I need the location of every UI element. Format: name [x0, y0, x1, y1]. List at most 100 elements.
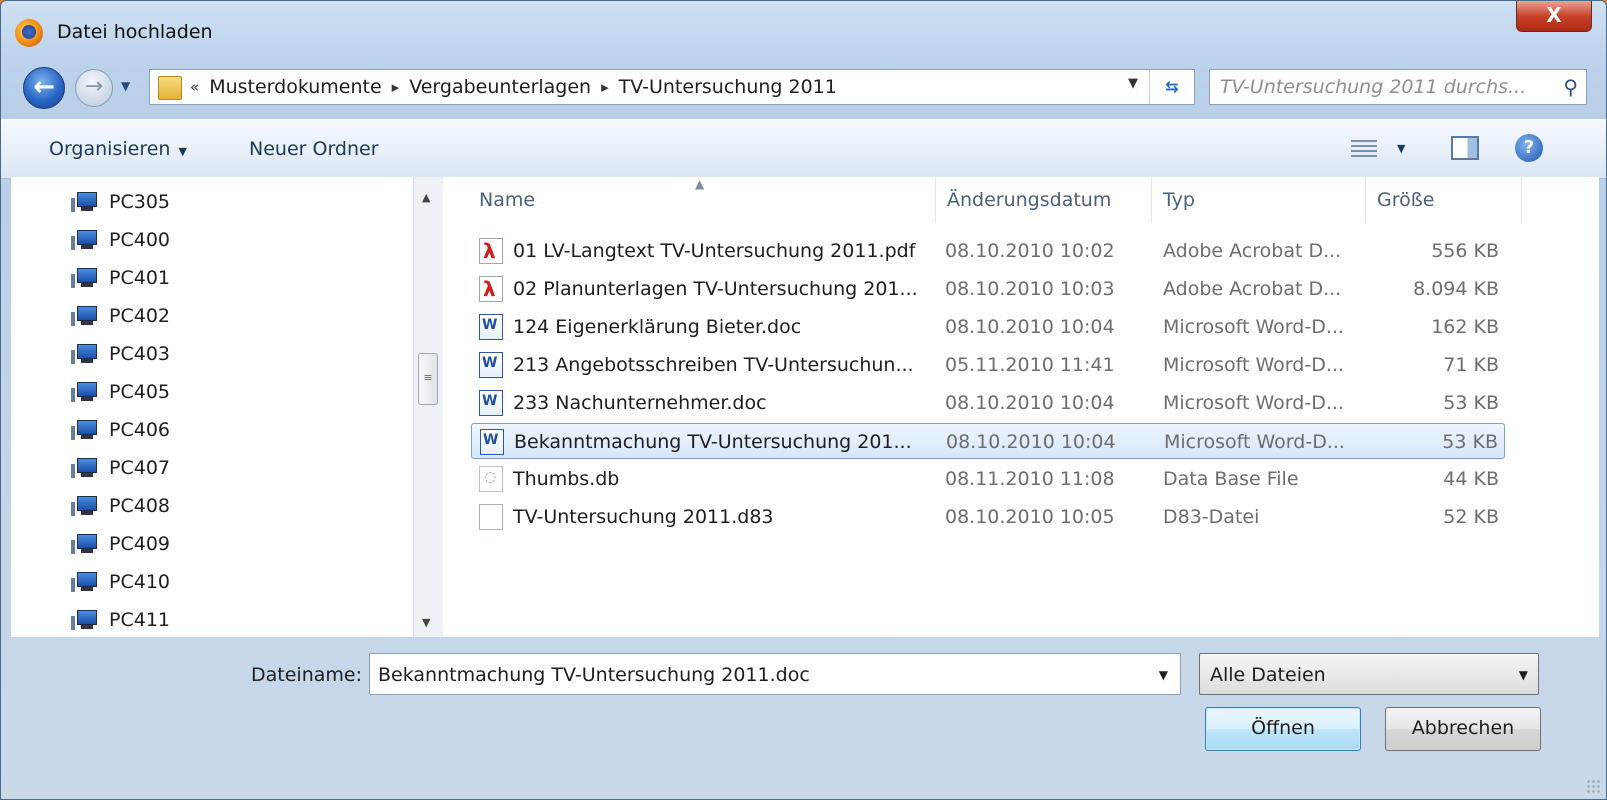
file-type: Adobe Acrobat D...	[1163, 278, 1342, 300]
file-row[interactable]: TV-Untersuchung 2011.d83 08.10.2010 10:05…	[471, 499, 1505, 535]
nav-item-label: PC403	[109, 343, 170, 365]
column-divider[interactable]	[935, 177, 936, 223]
word-doc-icon	[479, 352, 503, 378]
cancel-button[interactable]: Abbrechen	[1385, 707, 1541, 751]
scroll-up-icon[interactable]: ▲	[422, 191, 430, 204]
forward-button[interactable]: →	[75, 69, 113, 107]
breadcrumb-separator-icon[interactable]: ▸	[601, 78, 609, 96]
nav-item-computer[interactable]: PC407	[71, 449, 170, 487]
file-type: Microsoft Word-D...	[1163, 354, 1344, 376]
address-dropdown-icon[interactable]: ▼	[1128, 76, 1138, 91]
new-folder-button[interactable]: Neuer Ordner	[249, 138, 379, 160]
open-button[interactable]: Öffnen	[1205, 707, 1361, 751]
chevron-down-icon: ▼	[1518, 668, 1528, 682]
view-dropdown-icon[interactable]: ▼	[1397, 142, 1405, 155]
resize-grip-icon[interactable]	[1586, 779, 1600, 793]
column-divider[interactable]	[1365, 177, 1366, 223]
column-size[interactable]: Größe	[1377, 189, 1434, 211]
nav-item-computer[interactable]: PC408	[71, 487, 170, 525]
file-row[interactable]: Thumbs.db 08.11.2010 11:08 Data Base File 4…	[471, 461, 1505, 497]
sort-ascending-icon: ▲	[695, 177, 705, 191]
file-name: Thumbs.db	[513, 468, 620, 490]
computer-icon	[71, 268, 99, 288]
file-date: 08.10.2010 10:05	[945, 506, 1115, 528]
file-row[interactable]: 233 Nachunternehmer.doc 08.10.2010 10:04 M…	[471, 385, 1505, 421]
file-date: 08.10.2010 10:03	[945, 278, 1115, 300]
nav-item-computer[interactable]: PC410	[71, 563, 170, 601]
view-options-icon[interactable]	[1351, 140, 1377, 158]
nav-item-computer[interactable]: PC401	[71, 259, 170, 297]
file-upload-dialog: Datei hochladen X ← → ▼ « Musterdokument…	[0, 0, 1607, 800]
file-type: Microsoft Word-D...	[1164, 431, 1345, 453]
file-size: 71 KB	[1443, 354, 1499, 376]
scroll-down-icon[interactable]: ▼	[422, 616, 430, 629]
file-row[interactable]: 213 Angebotsschreiben TV-Untersuchun... 0…	[471, 347, 1505, 383]
file-size: 162 KB	[1431, 316, 1499, 338]
refresh-button[interactable]: ⇆	[1149, 70, 1194, 104]
forward-arrow-icon: →	[84, 74, 104, 99]
file-date: 05.11.2010 11:41	[945, 354, 1115, 376]
nav-item-label: PC406	[109, 419, 170, 441]
back-arrow-icon: ←	[33, 72, 55, 102]
filename-dropdown-icon[interactable]: ▼	[1159, 668, 1168, 682]
column-name[interactable]: Name	[479, 189, 535, 211]
file-row-selected[interactable]: Bekanntmachung TV-Untersuchung 201... 08.…	[471, 423, 1505, 459]
computer-icon	[71, 496, 99, 516]
column-divider[interactable]	[1151, 177, 1152, 223]
breadcrumb-separator-icon[interactable]: ▸	[392, 78, 400, 96]
file-date: 08.10.2010 10:04	[945, 316, 1115, 338]
nav-item-computer[interactable]: PC405	[71, 373, 170, 411]
nav-item-computer[interactable]: PC411	[71, 601, 170, 637]
organize-label: Organisieren	[49, 138, 171, 160]
file-type: Data Base File	[1163, 468, 1299, 490]
nav-scrollbar[interactable]: ▲ ≡ ▼	[413, 177, 443, 637]
blank-file-icon	[479, 504, 503, 530]
title-bar: Datei hochladen X	[1, 1, 1606, 57]
nav-item-label: PC400	[109, 229, 170, 251]
file-row[interactable]: 01 LV-Langtext TV-Untersuchung 2011.pdf 0…	[471, 233, 1505, 269]
close-button[interactable]: X	[1516, 1, 1592, 32]
file-type-value: Alle Dateien	[1210, 664, 1326, 686]
file-row[interactable]: 02 Planunterlagen TV-Untersuchung 201...…	[471, 271, 1505, 307]
filename-field[interactable]: Bekanntmachung TV-Untersuchung 2011.doc …	[369, 653, 1181, 695]
nav-item-label: PC305	[109, 191, 170, 213]
nav-item-computer[interactable]: PC406	[71, 411, 170, 449]
address-bar[interactable]: « Musterdokumente ▸ Vergabeunterlagen ▸ …	[149, 69, 1195, 105]
preview-pane-icon[interactable]	[1451, 136, 1479, 160]
scroll-thumb[interactable]: ≡	[418, 353, 438, 405]
breadcrumb-item[interactable]: TV-Untersuchung 2011	[619, 76, 837, 98]
nav-item-computer[interactable]: PC403	[71, 335, 170, 373]
file-size: 556 KB	[1431, 240, 1499, 262]
help-icon[interactable]: ?	[1515, 134, 1543, 162]
recent-locations-dropdown[interactable]: ▼	[121, 79, 130, 93]
nav-item-computer[interactable]: PC400	[71, 221, 170, 259]
nav-item-computer[interactable]: PC305	[71, 183, 170, 221]
file-type-select[interactable]: Alle Dateien ▼	[1199, 653, 1539, 695]
breadcrumb: « Musterdokumente ▸ Vergabeunterlagen ▸ …	[190, 76, 837, 98]
file-row[interactable]: 124 Eigenerklärung Bieter.doc 08.10.2010 …	[471, 309, 1505, 345]
breadcrumb-overflow[interactable]: «	[190, 78, 199, 96]
nav-item-computer[interactable]: PC402	[71, 297, 170, 335]
filename-value[interactable]: Bekanntmachung TV-Untersuchung 2011.doc	[378, 664, 810, 686]
file-list: ▲ Name Änderungsdatum Typ Größe 01 LV-La…	[445, 177, 1599, 637]
computer-icon	[71, 344, 99, 364]
back-button[interactable]: ←	[23, 67, 65, 109]
breadcrumb-item[interactable]: Musterdokumente	[209, 76, 381, 98]
column-type[interactable]: Typ	[1163, 189, 1195, 211]
file-type: Microsoft Word-D...	[1163, 392, 1344, 414]
command-toolbar: Organisieren ▼ Neuer Ordner ▼ ?	[1, 119, 1606, 179]
column-date[interactable]: Änderungsdatum	[947, 189, 1111, 211]
column-divider[interactable]	[1521, 177, 1522, 223]
file-name: 213 Angebotsschreiben TV-Untersuchun...	[513, 354, 914, 376]
file-size: 53 KB	[1442, 431, 1498, 453]
search-input[interactable]: TV-Untersuchung 2011 durchs... ⚲	[1209, 69, 1587, 105]
breadcrumb-item[interactable]: Vergabeunterlagen	[409, 76, 591, 98]
search-icon[interactable]: ⚲	[1563, 75, 1578, 99]
nav-item-computer[interactable]: PC409	[71, 525, 170, 563]
file-name: 02 Planunterlagen TV-Untersuchung 201...	[513, 278, 918, 300]
file-date: 08.11.2010 11:08	[945, 468, 1115, 490]
file-size: 52 KB	[1443, 506, 1499, 528]
nav-item-label: PC407	[109, 457, 170, 479]
firefox-icon	[15, 19, 43, 47]
organize-button[interactable]: Organisieren ▼	[49, 138, 187, 160]
